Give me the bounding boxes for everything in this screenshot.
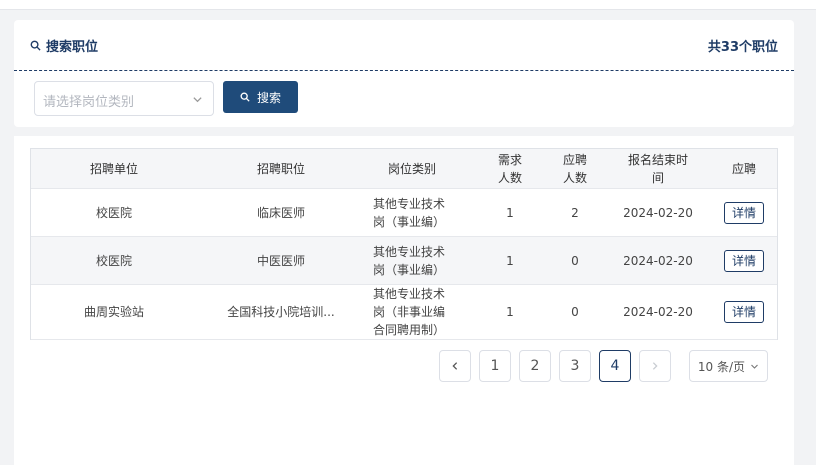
job-table: 招聘单位 招聘职位 岗位类别 需求人数 应聘人数 报名结束时间 应聘 校医院 临…	[30, 148, 778, 340]
cell-unit: 校医院	[95, 205, 132, 220]
chevron-down-icon	[193, 97, 202, 103]
cell-action: 详情	[710, 237, 778, 285]
page-4-button[interactable]: 4	[599, 350, 631, 382]
job-list-panel: 招聘单位 招聘职位 岗位类别 需求人数 应聘人数 报名结束时间 应聘 校医院 临…	[14, 136, 794, 465]
search-title-text: 搜索职位	[46, 40, 99, 55]
detail-button[interactable]: 详情	[724, 201, 764, 224]
search-header: 搜索职位 共33个职位	[14, 20, 794, 71]
prev-page-button[interactable]	[439, 350, 471, 382]
search-panel: 搜索职位 共33个职位 请选择岗位类别 搜索	[14, 20, 794, 127]
table-row: 校医院 中医医师 其他专业技术 岗（事业编） 1 0 2024-02-20 详情	[30, 236, 778, 285]
cell-unit: 校医院	[95, 253, 132, 268]
cell-demand: 1	[506, 205, 514, 220]
cell-category-line2: 岗（事业编）	[373, 262, 446, 277]
cell-action: 详情	[710, 189, 778, 237]
detail-button[interactable]: 详情	[724, 249, 764, 272]
category-select-placeholder: 请选择岗位类别	[43, 95, 135, 110]
search-button-label: 搜索	[256, 90, 281, 105]
top-bar	[0, 0, 816, 10]
header-deadline-line1: 报名结束时	[627, 152, 688, 167]
table-row: 校医院 临床医师 其他专业技术 岗（事业编） 1 2 2024-02-20 详情	[30, 188, 778, 237]
header-applied-line2: 人数	[562, 170, 587, 185]
header-apply: 应聘	[710, 148, 778, 189]
header-deadline: 报名结束时间	[606, 148, 710, 189]
cell-unit: 曲周实验站	[83, 305, 144, 319]
cell-category-line2: 岗（事业编）	[373, 214, 446, 229]
table-row: 曲周实验站 全国科技小院培训... 其他专业技术 岗（非事业编 合同聘用制） 1 0…	[30, 284, 778, 340]
next-page-button[interactable]	[639, 350, 671, 382]
cell-demand: 1	[506, 305, 514, 319]
cell-position: 中医医师	[256, 253, 305, 268]
cell-category: 其他专业技术 岗（事业编）	[348, 237, 476, 285]
pagination: 1 2 3 4	[439, 350, 679, 382]
header-applied: 应聘 人数	[544, 148, 606, 189]
cell-applied: 0	[571, 305, 579, 319]
cell-deadline: 2024-02-20	[623, 253, 693, 268]
cell-position: 全国科技小院培训...	[227, 305, 335, 319]
search-icon	[240, 92, 250, 102]
header-position: 招聘职位	[198, 148, 348, 189]
page-2-button[interactable]: 2	[519, 350, 551, 382]
cell-position: 临床医师	[256, 205, 305, 220]
cell-deadline: 2024-02-20	[623, 305, 693, 319]
header-demand-line1: 需求	[497, 152, 522, 167]
search-icon	[30, 40, 41, 51]
page-size-select[interactable]: 10 条/页	[689, 350, 768, 382]
cell-category-line2: 岗（非事业编	[373, 305, 446, 319]
header-category: 岗位类别	[348, 148, 476, 189]
search-button[interactable]: 搜索	[223, 81, 298, 113]
chevron-down-icon	[751, 364, 758, 369]
category-select[interactable]: 请选择岗位类别	[34, 81, 214, 116]
header-deadline-line2: 间	[651, 170, 664, 185]
cell-deadline: 2024-02-20	[623, 205, 693, 220]
total-count: 共33个职位	[707, 40, 778, 55]
header-applied-line1: 应聘	[562, 152, 587, 167]
detail-button[interactable]: 详情	[724, 301, 764, 323]
cell-category-line3: 合同聘用制）	[373, 323, 446, 337]
cell-demand: 1	[506, 253, 514, 268]
cell-action: 详情	[710, 285, 778, 340]
header-demand: 需求 人数	[476, 148, 544, 189]
header-unit: 招聘单位	[30, 148, 198, 189]
search-title: 搜索职位	[30, 36, 98, 55]
page-1-button[interactable]: 1	[479, 350, 511, 382]
cell-category: 其他专业技术 岗（非事业编 合同聘用制）	[348, 285, 476, 340]
header-demand-line2: 人数	[497, 170, 522, 185]
cell-applied: 2	[571, 205, 579, 220]
page-3-button[interactable]: 3	[559, 350, 591, 382]
chevron-left-icon	[452, 362, 458, 370]
cell-category-line1: 其他专业技术	[373, 244, 446, 259]
chevron-right-icon	[652, 362, 658, 370]
page-size-label: 10 条/页	[697, 359, 746, 374]
cell-category-line1: 其他专业技术	[373, 287, 446, 301]
cell-applied: 0	[571, 253, 579, 268]
cell-category: 其他专业技术 岗（事业编）	[348, 189, 476, 237]
cell-category-line1: 其他专业技术	[373, 196, 446, 211]
table-header-row: 招聘单位 招聘职位 岗位类别 需求人数 应聘人数 报名结束时间 应聘	[30, 148, 778, 189]
